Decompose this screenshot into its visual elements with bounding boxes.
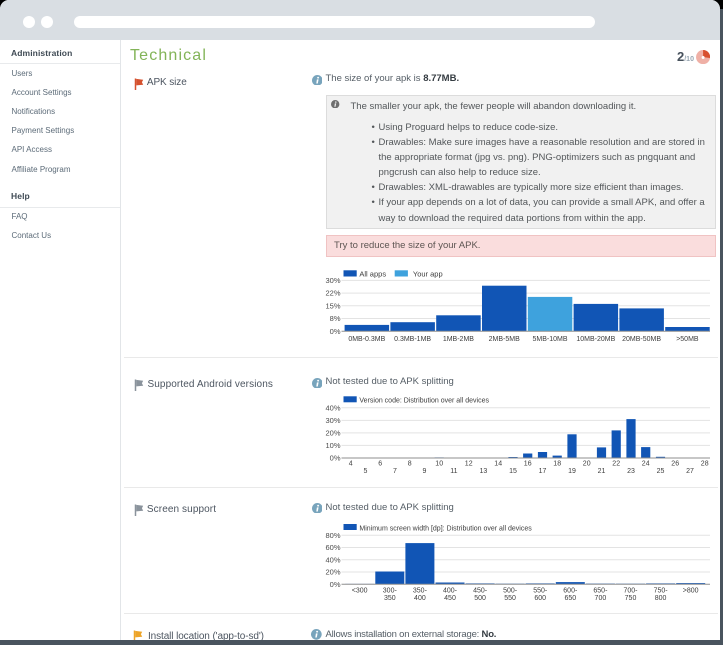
svg-text:19: 19 (568, 468, 576, 475)
svg-text:750: 750 (625, 595, 637, 602)
svg-text:2MB-5MB: 2MB-5MB (489, 336, 520, 343)
svg-text:30%: 30% (325, 276, 340, 285)
svg-text:5: 5 (363, 468, 367, 475)
svg-text:500-: 500- (503, 588, 518, 595)
svg-text:40%: 40% (325, 555, 340, 564)
svg-text:1MB-2MB: 1MB-2MB (443, 336, 474, 343)
svg-text:700: 700 (595, 595, 607, 602)
svg-text:30%: 30% (325, 416, 340, 425)
svg-text:9: 9 (422, 468, 426, 475)
svg-text:All apps: All apps (359, 270, 386, 279)
svg-text:15%: 15% (325, 301, 340, 310)
svg-text:650-: 650- (593, 588, 608, 595)
svg-text:14: 14 (494, 461, 502, 468)
svg-text:400-: 400- (443, 588, 458, 595)
svg-text:7: 7 (393, 468, 397, 475)
svg-text:17: 17 (539, 468, 547, 475)
svg-text:5MB-10MB: 5MB-10MB (532, 336, 567, 343)
svg-text:Your app: Your app (413, 270, 443, 279)
svg-text:23: 23 (627, 468, 635, 475)
svg-text:4: 4 (349, 461, 353, 468)
svg-text:15: 15 (509, 468, 517, 475)
svg-text:Minimum screen width [dp]: Dis: Minimum screen width [dp]: Distribution … (359, 525, 532, 532)
svg-text:750-: 750- (654, 588, 669, 595)
svg-text:0MB-0.3MB: 0MB-0.3MB (348, 336, 385, 343)
svg-text:550: 550 (504, 595, 516, 602)
svg-text:60%: 60% (325, 543, 340, 552)
svg-text:>800: >800 (683, 588, 699, 595)
svg-text:21: 21 (598, 468, 606, 475)
svg-text:11: 11 (450, 468, 457, 475)
svg-text:700-: 700- (623, 588, 638, 595)
svg-text:450: 450 (444, 595, 456, 602)
svg-text:350-: 350- (413, 588, 428, 595)
svg-text:>50MB: >50MB (676, 336, 699, 343)
svg-text:600-: 600- (563, 588, 578, 595)
svg-text:650: 650 (564, 595, 576, 602)
svg-text:20%: 20% (325, 568, 340, 577)
svg-text:80%: 80% (325, 531, 340, 540)
svg-text:8%: 8% (330, 314, 341, 323)
svg-text:450-: 450- (473, 588, 488, 595)
svg-text:28: 28 (701, 461, 709, 468)
svg-text:0%: 0% (330, 454, 341, 463)
svg-text:12: 12 (465, 461, 473, 468)
svg-text:24: 24 (642, 461, 650, 468)
svg-text:16: 16 (524, 461, 532, 468)
svg-text:0%: 0% (330, 580, 341, 589)
svg-text:25: 25 (657, 468, 665, 475)
svg-text:22%: 22% (325, 289, 340, 298)
svg-text:400: 400 (414, 595, 426, 602)
svg-text:20: 20 (583, 461, 591, 468)
svg-text:300-: 300- (383, 588, 398, 595)
svg-text:22: 22 (612, 461, 620, 468)
svg-text:<300: <300 (352, 588, 368, 595)
svg-text:10MB-20MB: 10MB-20MB (576, 336, 615, 343)
svg-text:20%: 20% (325, 429, 340, 438)
svg-text:20MB-50MB: 20MB-50MB (622, 336, 661, 343)
svg-text:350: 350 (384, 595, 396, 602)
svg-text:6: 6 (378, 461, 382, 468)
svg-text:550-: 550- (533, 588, 548, 595)
svg-text:27: 27 (686, 468, 694, 475)
svg-text:Version code: Distribution ove: Version code: Distribution over all devi… (359, 398, 489, 405)
svg-text:13: 13 (480, 468, 488, 475)
svg-text:0.3MB-1MB: 0.3MB-1MB (394, 336, 431, 343)
svg-text:600: 600 (534, 595, 546, 602)
svg-text:8: 8 (408, 461, 412, 468)
svg-text:10%: 10% (325, 441, 340, 450)
svg-text:26: 26 (671, 461, 679, 468)
svg-text:10: 10 (435, 461, 443, 468)
svg-text:18: 18 (553, 461, 561, 468)
svg-text:0%: 0% (330, 327, 341, 336)
svg-text:800: 800 (655, 595, 667, 602)
svg-text:500: 500 (474, 595, 486, 602)
svg-text:40%: 40% (325, 403, 340, 412)
